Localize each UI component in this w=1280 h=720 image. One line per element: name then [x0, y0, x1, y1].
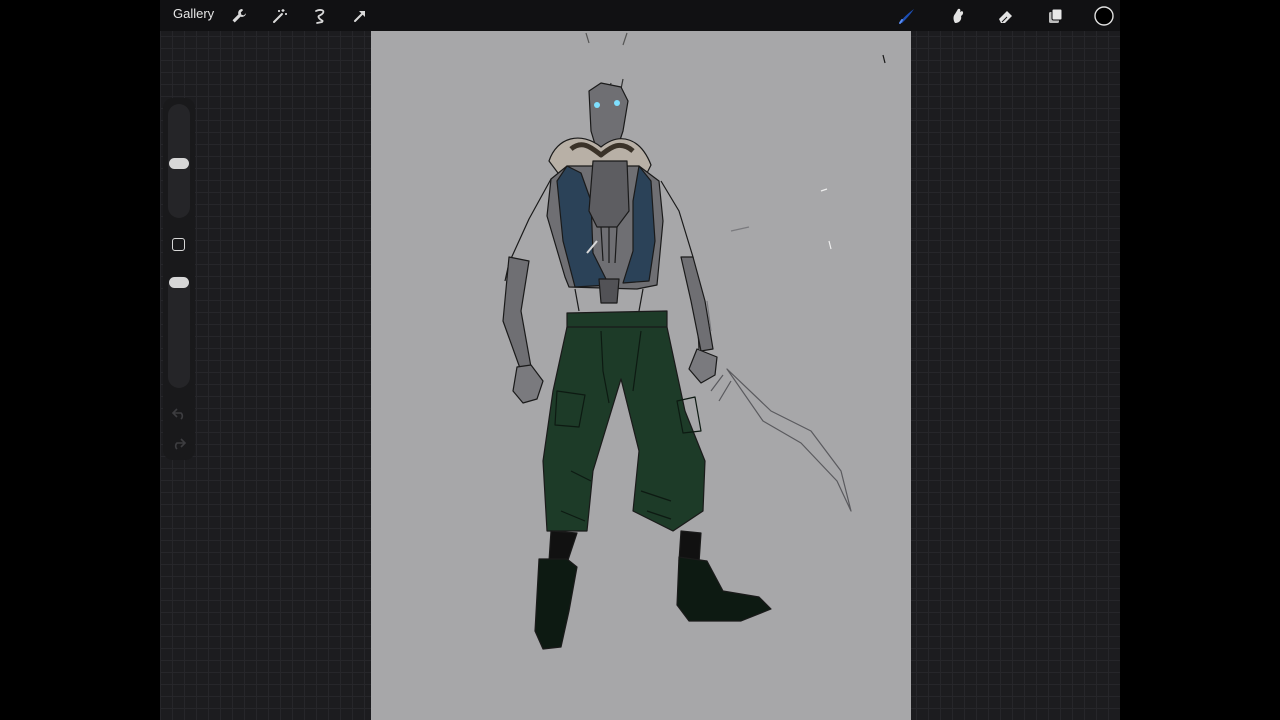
gallery-button[interactable]: Gallery — [173, 6, 214, 21]
smudge-icon[interactable] — [946, 5, 968, 27]
character-sketch — [502, 32, 886, 650]
transform-arrow-icon[interactable] — [349, 5, 371, 27]
left-sidebar — [163, 98, 195, 460]
color-swatch-icon[interactable] — [1093, 5, 1115, 27]
opacity-slider[interactable] — [168, 276, 190, 388]
procreate-app: Gallery — [160, 0, 1120, 720]
selection-icon[interactable] — [309, 5, 331, 27]
brush-size-thumb[interactable] — [169, 157, 189, 169]
undo-icon[interactable] — [169, 404, 189, 422]
layers-icon[interactable] — [1044, 5, 1066, 27]
wrench-icon[interactable] — [228, 5, 250, 27]
drawing-canvas[interactable] — [371, 31, 911, 720]
brush-size-slider[interactable] — [168, 104, 190, 218]
eraser-icon[interactable] — [995, 5, 1017, 27]
brush-icon[interactable] — [896, 5, 918, 27]
magic-wand-icon[interactable] — [269, 5, 291, 27]
redo-icon[interactable] — [169, 434, 189, 452]
top-toolbar: Gallery — [160, 0, 1120, 31]
opacity-thumb[interactable] — [169, 277, 189, 288]
modify-button[interactable] — [172, 238, 185, 251]
